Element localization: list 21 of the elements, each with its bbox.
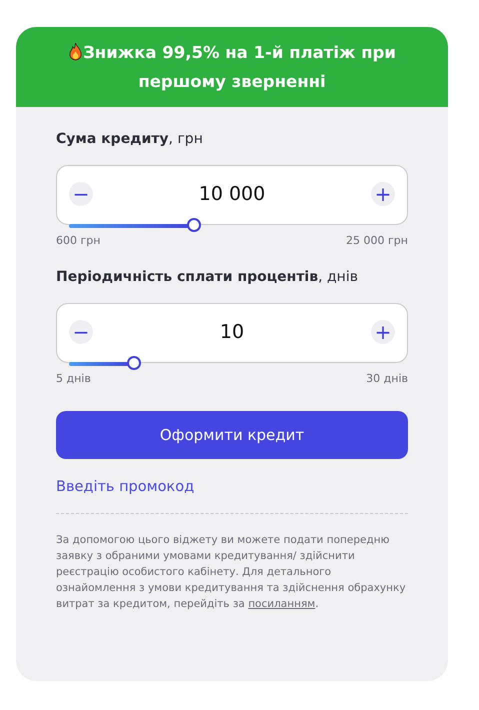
slider-thumb[interactable]	[187, 218, 201, 232]
field-label: Сума кредиту, грн	[56, 131, 204, 147]
max-label: 30 днів	[366, 372, 408, 385]
field-value: 10	[220, 320, 244, 342]
increase-button[interactable]: +	[371, 320, 395, 344]
fire-icon	[68, 42, 84, 61]
decrease-button[interactable]: −	[69, 182, 93, 206]
min-label: 5 днів	[56, 372, 91, 385]
details-link[interactable]: посиланням	[248, 598, 316, 610]
field-value: 10 000	[198, 182, 266, 204]
max-label: 25 000 грн	[346, 234, 408, 247]
min-label: 600 грн	[56, 234, 100, 247]
promo-code-link[interactable]: Введіть промокод	[56, 479, 408, 495]
submit-button[interactable]: Оформити кредит	[56, 411, 408, 459]
value-field[interactable]: − 10 +	[56, 303, 408, 363]
field-label: Періодичність сплати процентів, днів	[56, 269, 359, 285]
promo-title: Знижка 99,5% на 1-й платіж при першому зверненні	[32, 38, 432, 96]
disclaimer-text: За допомогою цього віджету ви можете подати попередню заявку з обраними умовами кредитування/ здійснити реєстрацію особистого кабінету. Для детального ознайомлення з умови кредитування та здійснення обрахунку витрат за кредитом, перейдіть за посиланням.	[56, 533, 407, 612]
decrease-button[interactable]: −	[69, 320, 93, 344]
increase-button[interactable]: +	[370, 182, 395, 206]
value-field[interactable]: − 10 000 +	[56, 165, 408, 225]
